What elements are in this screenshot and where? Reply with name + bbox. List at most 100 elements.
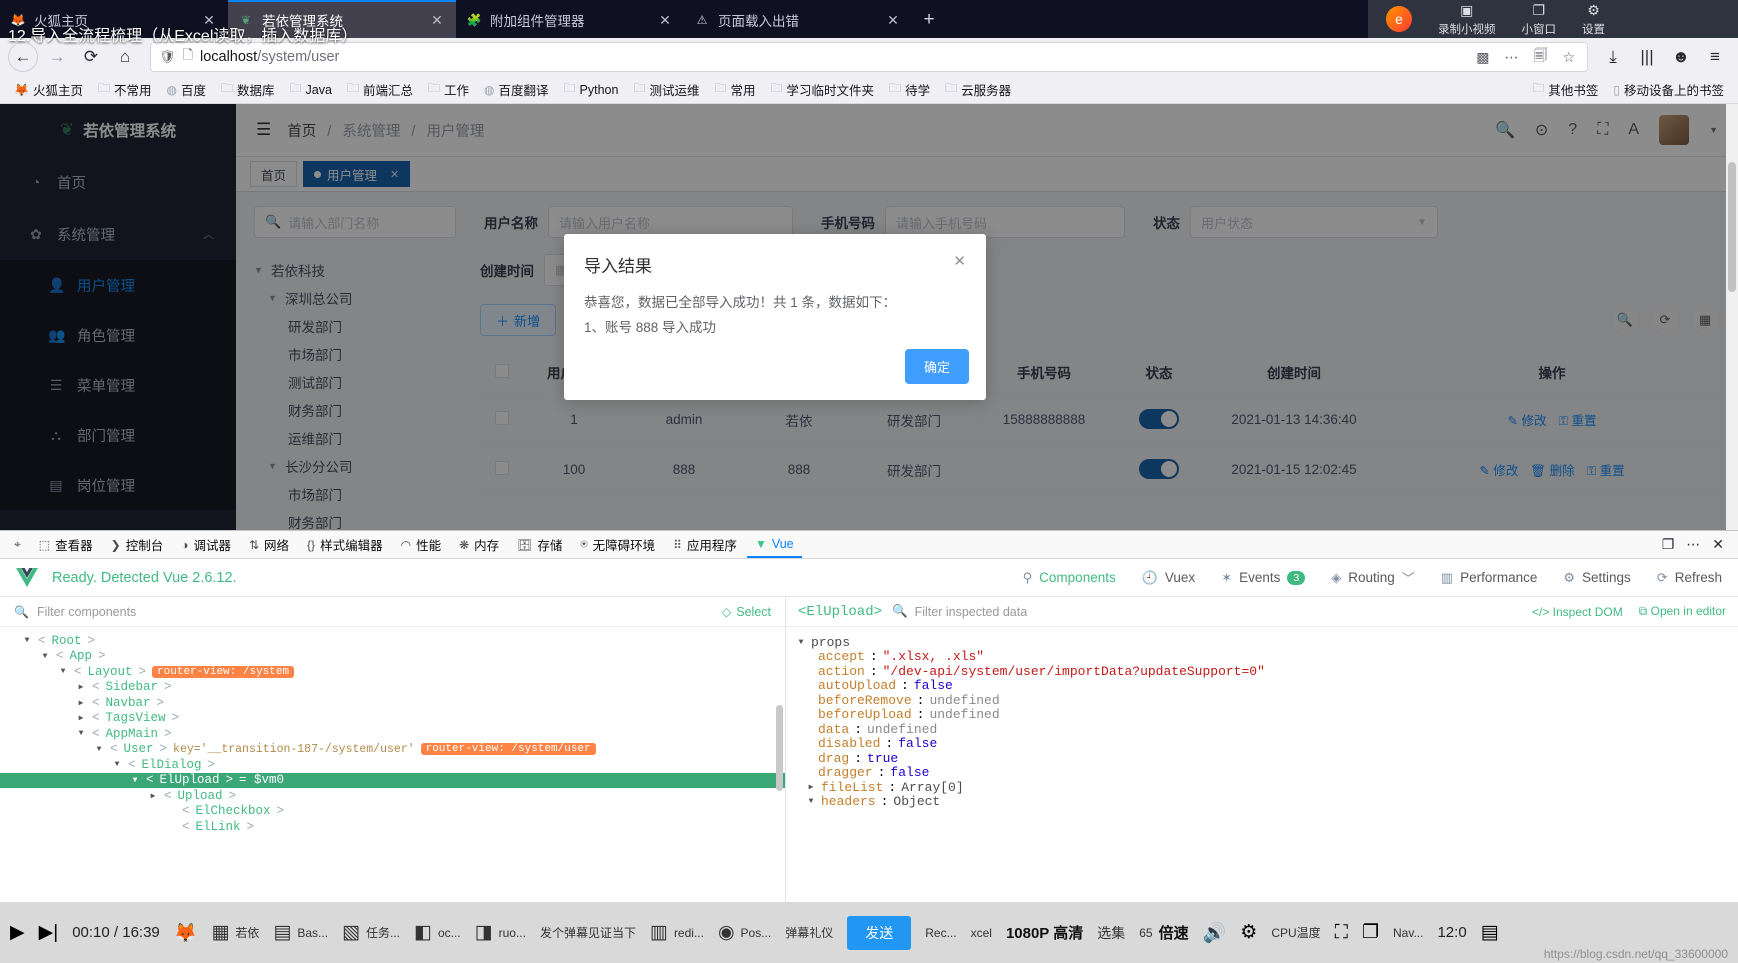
tree-node-eldialog[interactable]: ▼ < ElDialog >: [0, 757, 785, 773]
refresh-button[interactable]: ⟳: [1650, 305, 1680, 335]
fullscreen-icon[interactable]: ⛶: [1335, 922, 1348, 944]
row-checkbox[interactable]: [495, 461, 509, 475]
inspect-dom-button[interactable]: </> Inspect DOM: [1532, 605, 1623, 619]
prop-row-expandable[interactable]: ▼ headers: Object: [796, 794, 1738, 809]
vue-tab-refresh[interactable]: ⟳ Refresh: [1657, 570, 1722, 586]
browser-tab-2[interactable]: 🧩 附加组件管理器 ✕: [456, 2, 684, 38]
close-icon[interactable]: ✕: [656, 12, 674, 29]
download-icon[interactable]: ⤓: [1598, 42, 1628, 72]
devtools-tab-application[interactable]: ⠿ 应用程序: [665, 532, 745, 558]
danmu-input[interactable]: 发个弹幕见证当下: [540, 924, 636, 941]
devtools-tab-vue[interactable]: ▼ Vue: [746, 532, 802, 558]
bookmark-star-icon[interactable]: ☆: [1558, 49, 1579, 66]
taskbar-item-rec[interactable]: Rec...: [925, 926, 956, 940]
devtools-tab-style-editor[interactable]: {} 样式编辑器: [299, 532, 391, 558]
bookmark-item[interactable]: 🦊 火狐主页: [8, 78, 89, 101]
tree-node[interactable]: 财务部门: [254, 508, 456, 530]
close-icon[interactable]: ✕: [428, 12, 446, 29]
recorder-record-button[interactable]: ▣ 录制小视频: [1438, 2, 1496, 37]
volume-icon[interactable]: 🔊: [1203, 921, 1227, 945]
tree-node[interactable]: 市场部门: [254, 340, 456, 368]
devtools-tab-console[interactable]: ❯ 控制台: [103, 532, 172, 558]
devtools-tab-network[interactable]: ⇅ 网络: [241, 532, 297, 558]
chevron-right-icon[interactable]: ▶: [148, 791, 158, 801]
tag-user-management[interactable]: 用户管理 ✕: [303, 161, 411, 187]
component-filter-placeholder[interactable]: Filter components: [37, 605, 136, 619]
tree-node-elcheckbox[interactable]: < ElCheckbox >: [0, 804, 785, 820]
chevron-down-icon[interactable]: ▼: [268, 461, 279, 471]
vue-tab-vuex[interactable]: 🕘 Vuex: [1142, 570, 1195, 586]
back-icon[interactable]: ←: [8, 42, 38, 72]
tree-node[interactable]: 测试部门: [254, 368, 456, 396]
tree-node-sidebar[interactable]: ▶ < Sidebar >: [0, 680, 785, 696]
mobile-bookmarks-button[interactable]: ▯ 移动设备上的书签: [1607, 78, 1730, 101]
vue-tab-settings[interactable]: ⚙ Settings: [1563, 570, 1630, 586]
edit-link[interactable]: ✎ 修改: [1479, 460, 1518, 479]
taskbar-item-postman[interactable]: ◉ Pos...: [718, 921, 771, 944]
component-tree-scrollbar[interactable]: [776, 633, 783, 883]
vue-tab-performance[interactable]: ▥ Performance: [1441, 570, 1538, 586]
account-icon[interactable]: ☻: [1666, 42, 1696, 72]
translate-icon[interactable]: 🗐: [1529, 45, 1551, 69]
close-icon[interactable]: ✕: [1712, 536, 1724, 553]
confirm-button[interactable]: 确定: [904, 349, 969, 384]
sidebar-item-home[interactable]: ◔ 首页: [0, 156, 236, 208]
prop-row-expandable[interactable]: ▶ fileList: Array[0]: [796, 780, 1738, 795]
chevron-down-icon[interactable]: ▼: [254, 265, 265, 275]
taskbar-item-excel[interactable]: xcel: [971, 926, 992, 940]
tree-node[interactable]: 市场部门: [254, 480, 456, 508]
reset-link[interactable]: ⚿ 重置: [1558, 410, 1596, 429]
font-size-icon[interactable]: A: [1628, 121, 1639, 139]
taskbar-item-bas[interactable]: ▤ Bas...: [273, 921, 328, 944]
bookmark-item[interactable]: 🗀 前端汇总: [341, 77, 419, 102]
chevron-down-icon[interactable]: ▼: [1709, 125, 1718, 135]
scrollbar-thumb[interactable]: [1728, 162, 1736, 292]
notifications-icon[interactable]: ▤: [1481, 921, 1499, 944]
row-checkbox[interactable]: [495, 411, 509, 425]
devtools-tab-performance[interactable]: ◠ 性能: [393, 532, 450, 558]
tree-node-appmain[interactable]: ▼ < AppMain >: [0, 726, 785, 742]
status-toggle[interactable]: [1139, 459, 1179, 479]
chevron-down-icon[interactable]: ▼: [796, 638, 806, 647]
tree-node[interactable]: 财务部门: [254, 396, 456, 424]
tree-node-root[interactable]: ▼ < Root >: [0, 633, 785, 649]
tree-node-user[interactable]: ▼ < User > key='__transition-187-/system/use…: [0, 742, 785, 758]
bookmark-item[interactable]: ◍ 百度: [161, 78, 213, 101]
select-all-checkbox[interactable]: [495, 363, 509, 378]
taskbar-item-nav[interactable]: Nav...: [1393, 926, 1423, 940]
home-icon[interactable]: ⌂: [110, 42, 140, 72]
table-row[interactable]: 1 admin 若依 研发部门 15888888888 2021-01-13 1…: [480, 394, 1720, 445]
close-icon[interactable]: ✕: [884, 12, 902, 29]
chevron-right-icon[interactable]: ▶: [76, 713, 86, 723]
sidebar-item-dept-management[interactable]: ⛬ 部门管理: [0, 410, 236, 460]
bookmark-item[interactable]: 🗀 数据库: [215, 77, 281, 102]
chevron-down-icon[interactable]: ▼: [806, 797, 816, 806]
recorder-settings-button[interactable]: ⚙ 设置: [1582, 2, 1605, 37]
app-logo[interactable]: ❦ 若依管理系统: [0, 104, 236, 156]
bookmark-item[interactable]: 🗀 云服务器: [939, 77, 1017, 102]
more-icon[interactable]: ⋯: [1686, 536, 1700, 553]
bookmark-item[interactable]: 🗀 待学: [883, 77, 936, 102]
tree-node[interactable]: ▼ 若依科技: [254, 256, 456, 284]
tree-node[interactable]: ▼ 长沙分公司: [254, 452, 456, 480]
tree-node-upload[interactable]: ▶ < Upload >: [0, 788, 785, 804]
dept-search-input[interactable]: 🔍 请输入部门名称: [254, 206, 456, 238]
more-icon[interactable]: ⋯: [1500, 49, 1522, 66]
vue-tab-events[interactable]: ✶ Events 3: [1221, 570, 1306, 586]
danmu-etiquette[interactable]: 弹幕礼仪: [785, 924, 833, 941]
close-icon[interactable]: ✕: [953, 252, 966, 270]
tree-node-layout[interactable]: ▼ < Layout > router-view: /system: [0, 664, 785, 680]
search-toggle-button[interactable]: 🔍: [1610, 305, 1640, 335]
open-in-editor-button[interactable]: ⧉ Open in editor: [1639, 604, 1726, 619]
props-group-header[interactable]: ▼ props: [796, 635, 1738, 650]
video-quality-label[interactable]: 1080P 高清: [1006, 922, 1083, 943]
tree-node-elupload[interactable]: ▼ < ElUpload > = $vm0: [0, 772, 785, 788]
other-bookmarks-button[interactable]: 🗀 其他书签: [1526, 77, 1604, 102]
devtools-picker-button[interactable]: ⌖: [6, 532, 29, 558]
vue-tab-components[interactable]: ⚲ Components: [1023, 570, 1116, 586]
devtools-tab-memory[interactable]: ❋ 内存: [451, 532, 507, 558]
edit-link[interactable]: ✎ 修改: [1508, 410, 1547, 429]
devtools-tab-storage[interactable]: 🗄 存储: [509, 532, 570, 558]
chevron-down-icon[interactable]: ▼: [40, 652, 50, 661]
status-toggle[interactable]: [1139, 409, 1179, 429]
